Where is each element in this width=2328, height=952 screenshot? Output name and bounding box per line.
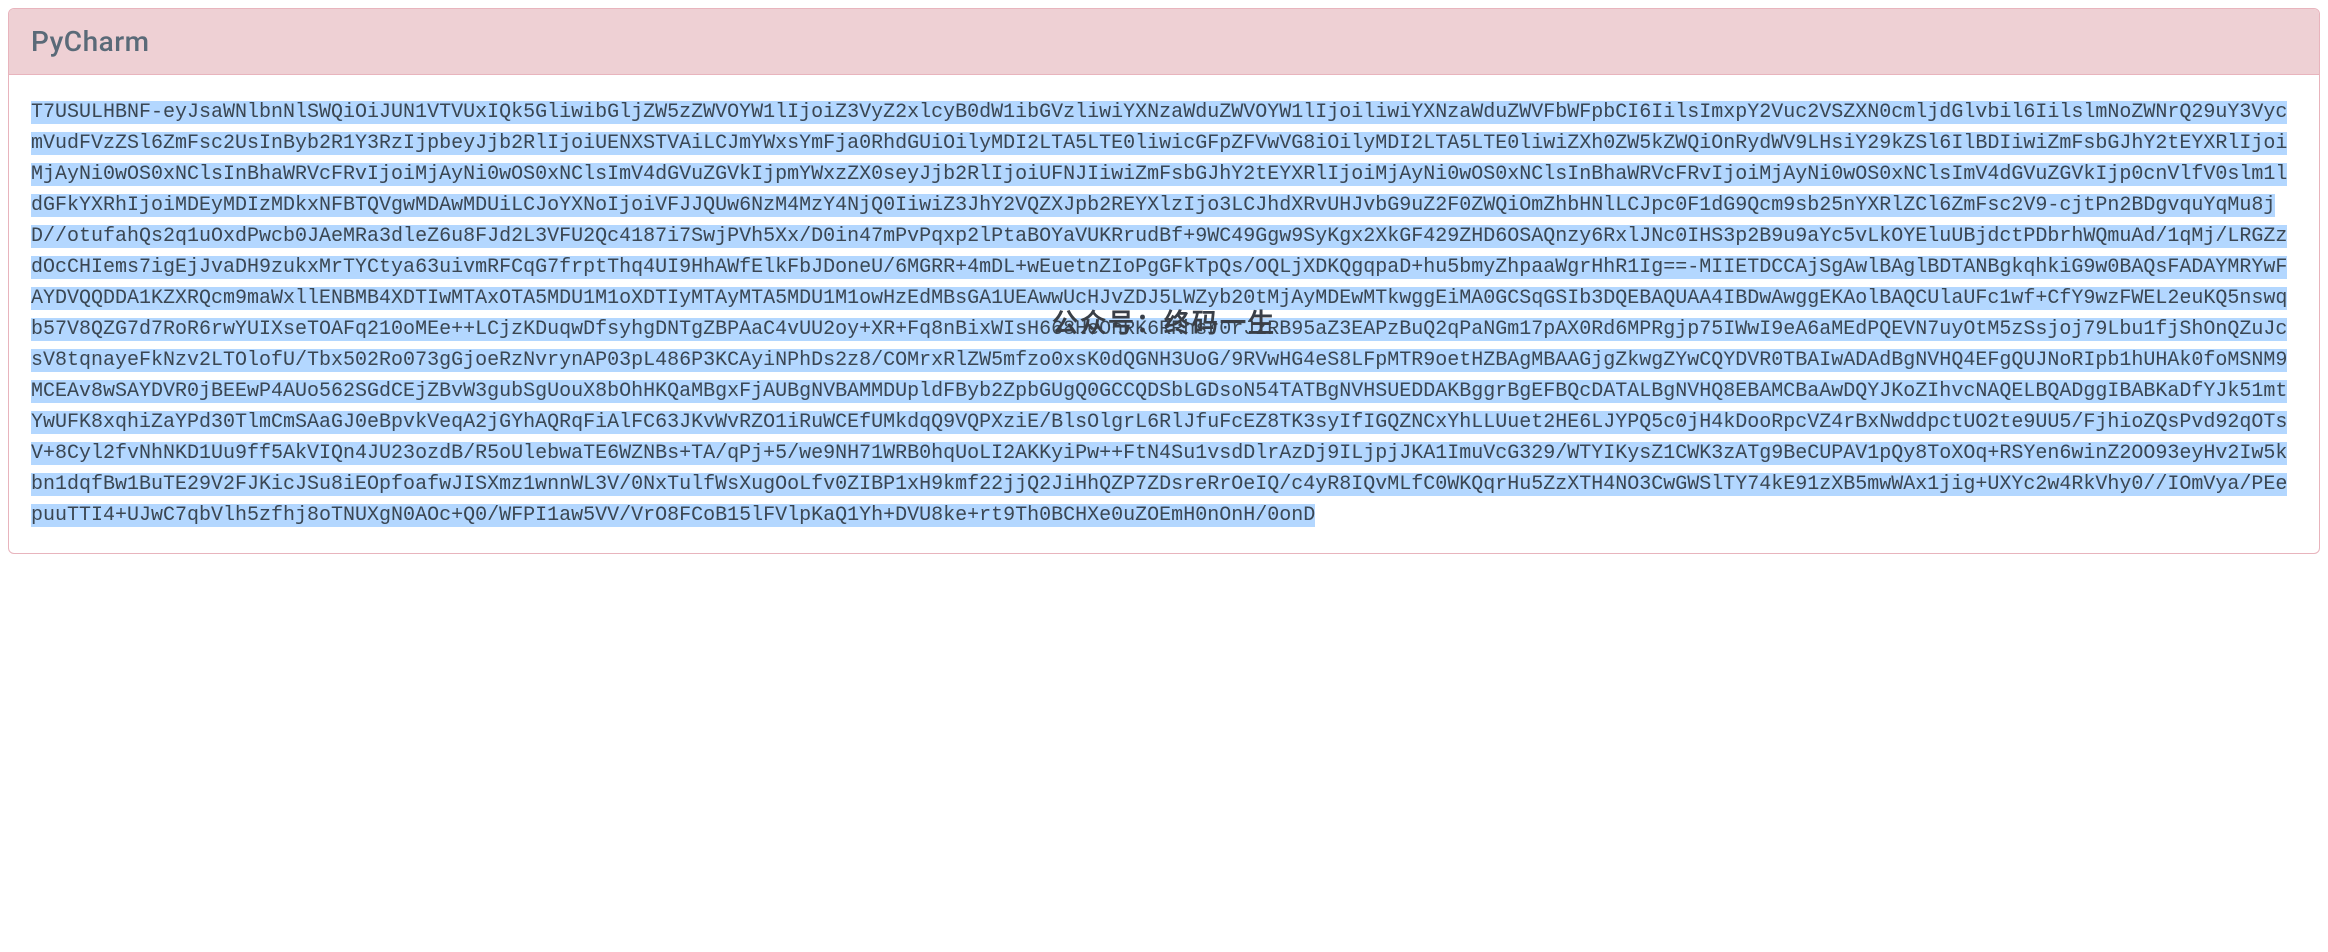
card-body: T7USULHBNF-eyJsaWNlbnNlSWQiOiJUN1VTVUxIQ…: [9, 75, 2319, 553]
highlighted-text[interactable]: T7USULHBNF-eyJsaWNlbnNlSWQiOiJUN1VTVUxIQ…: [31, 101, 2287, 527]
card-header: PyCharm: [9, 9, 2319, 75]
card-container: PyCharm T7USULHBNF-eyJsaWNlbnNlSWQiOiJUN…: [8, 8, 2320, 554]
code-block[interactable]: T7USULHBNF-eyJsaWNlbnNlSWQiOiJUN1VTVUxIQ…: [31, 97, 2297, 531]
card-title: PyCharm: [31, 25, 2297, 58]
